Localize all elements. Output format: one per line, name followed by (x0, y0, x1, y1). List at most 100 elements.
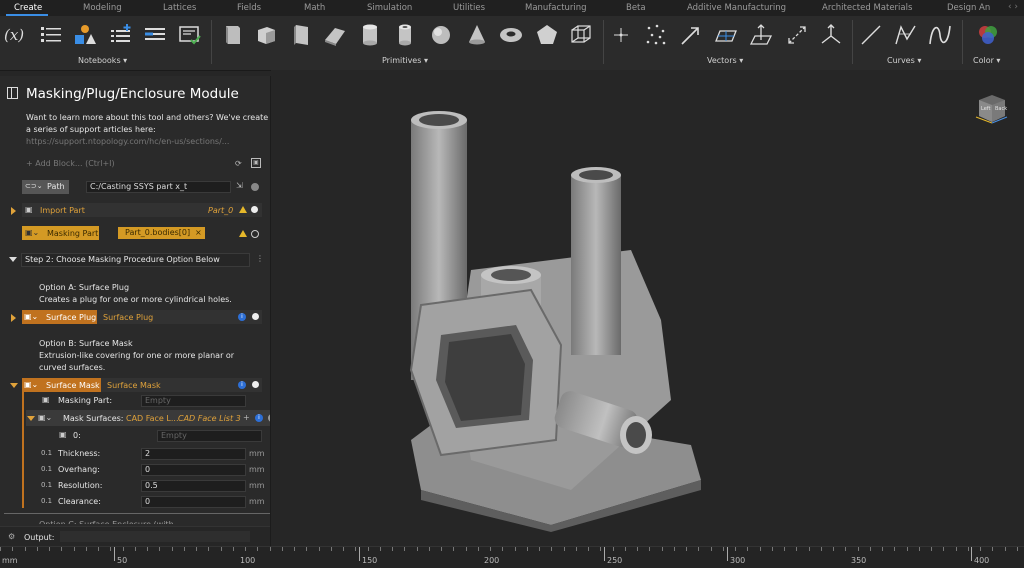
ruler-minor-tick (441, 547, 442, 551)
vector-icon[interactable] (678, 22, 704, 48)
tab-design-analysis[interactable]: Design An (947, 3, 990, 13)
view-cube-gizmo[interactable]: Left Back (975, 92, 1009, 126)
ribbon-tabs: Create Modeling Lattices Fields Math Sim… (0, 0, 1024, 16)
collapse-arrow-icon[interactable] (10, 383, 18, 388)
wire-cube-icon[interactable] (568, 22, 594, 48)
line-segment-icon[interactable] (784, 22, 810, 48)
import-part-block[interactable]: ▣ Import Part Part_0 (22, 203, 262, 217)
info-icon[interactable]: i (238, 381, 246, 389)
tab-beta[interactable]: Beta (626, 3, 646, 13)
tab-create[interactable]: Create (14, 3, 42, 13)
overhang-label: Overhang: (58, 465, 100, 474)
masking-part-chip[interactable]: Part_0.bodies[0] × (118, 227, 205, 239)
path-input[interactable]: C:/Casting SSYS part x_t (86, 181, 231, 193)
curves-group-label[interactable]: Curves ▾ (887, 56, 921, 65)
folder-icon[interactable]: ⇲ (236, 181, 243, 190)
add-item-icon[interactable]: + (243, 413, 250, 422)
box-icon[interactable] (288, 22, 314, 48)
point-icon[interactable] (608, 22, 634, 48)
torus-icon[interactable] (498, 22, 524, 48)
clearance-input[interactable]: 0 (141, 496, 246, 508)
overhang-input[interactable]: 0 (141, 464, 246, 476)
surface-plug-row[interactable]: Surface Plug i (97, 310, 262, 324)
tab-scroll-arrows[interactable]: ‹ › (1008, 2, 1018, 12)
path-variable-block[interactable]: ⊂⊃⌄ Path (22, 180, 69, 194)
expand-arrow-icon[interactable] (11, 207, 16, 215)
masking-part-value: Part_0.bodies[0] (125, 228, 191, 237)
viewport-3d[interactable] (271, 70, 1024, 546)
surface-mask-row[interactable]: Surface Mask i (101, 378, 262, 392)
cone-icon[interactable] (464, 22, 490, 48)
list-icon[interactable] (38, 22, 64, 48)
tube-icon[interactable] (392, 22, 418, 48)
collapse-arrow-icon[interactable] (9, 257, 17, 262)
shapes-icon[interactable] (72, 22, 98, 48)
collapse-icon[interactable]: ▣ (251, 158, 261, 168)
color-icon[interactable] (975, 22, 1001, 48)
frame-icon[interactable] (818, 22, 844, 48)
sphere-icon[interactable] (428, 22, 454, 48)
panel-toggle-icon[interactable] (7, 87, 18, 99)
edit-list-icon[interactable] (143, 22, 169, 48)
cylinder-icon[interactable] (357, 22, 383, 48)
wedge-icon[interactable] (322, 22, 348, 48)
primitives-group-label[interactable]: Primitives ▾ (382, 56, 428, 65)
plane-icon[interactable] (713, 22, 739, 48)
color-group-label[interactable]: Color ▾ (973, 56, 1000, 65)
ribbon-divider (603, 20, 604, 64)
tab-manufacturing[interactable]: Manufacturing (525, 3, 587, 13)
pentagon-icon[interactable] (534, 22, 560, 48)
tab-architected-materials[interactable]: Architected Materials (822, 3, 912, 13)
thickness-label: Thickness: (58, 449, 101, 458)
thickness-input[interactable]: 2 (141, 448, 246, 460)
masking-part-block[interactable]: ▣⌄ Masking Part (22, 226, 99, 240)
add-list-icon[interactable] (109, 22, 135, 48)
cube-icon[interactable] (253, 22, 279, 48)
tab-lattices[interactable]: Lattices (163, 3, 196, 13)
notebooks-group-label[interactable]: Notebooks ▾ (78, 56, 127, 65)
gear-icon[interactable]: ⚙ (8, 532, 15, 541)
info-icon[interactable]: i (238, 313, 246, 321)
masking-part-input[interactable]: Empty (141, 395, 246, 407)
step2-title-field[interactable]: Step 2: Choose Masking Procedure Option … (21, 253, 250, 267)
variable-icon[interactable]: (x) (4, 22, 30, 48)
ruler-label: 150 (362, 556, 378, 565)
ribbon-toolbar: (x) Notebooks ▾ Primitives ▾ Vectors ▾ C… (0, 16, 1024, 71)
remove-icon[interactable]: × (195, 228, 202, 237)
surface-plug-block[interactable]: ▣⌄ Surface Plug (22, 310, 97, 324)
output-field[interactable] (60, 531, 250, 542)
ruler-minor-tick (649, 547, 650, 551)
surface-mask-block[interactable]: ▣⌄ Surface Mask (22, 378, 101, 392)
cuboid-icon[interactable] (219, 22, 245, 48)
polyline-icon[interactable] (893, 22, 919, 48)
ruler-minor-tick (551, 547, 552, 551)
view-cube-left-face[interactable]: Left (981, 106, 990, 112)
view-cube-back-face[interactable]: Back (995, 106, 1007, 112)
plane-normal-icon[interactable] (748, 22, 774, 48)
support-link[interactable]: https://support.ntopology.com/hc/en-us/s… (26, 137, 229, 146)
vectors-group-label[interactable]: Vectors ▾ (707, 56, 743, 65)
tab-additive-manufacturing[interactable]: Additive Manufacturing (687, 3, 786, 13)
mask-surfaces-row[interactable]: ▣⌄ Mask Surfaces: CAD Face L... CAD Face… (26, 410, 270, 426)
masking-part-input-label: Masking Part: (58, 396, 113, 405)
expand-arrow-icon[interactable] (11, 314, 16, 322)
face-item-input[interactable]: Empty (157, 430, 262, 442)
spline-icon[interactable] (927, 22, 953, 48)
line-icon[interactable] (858, 22, 884, 48)
ribbon-divider (852, 20, 853, 64)
tab-utilities[interactable]: Utilities (453, 3, 485, 13)
block-scope-line (22, 392, 24, 508)
tab-simulation[interactable]: Simulation (367, 3, 412, 13)
resolution-input[interactable]: 0.5 (141, 480, 246, 492)
help-icon[interactable] (251, 183, 259, 191)
checked-note-icon[interactable] (177, 22, 203, 48)
point-cloud-icon[interactable] (643, 22, 669, 48)
tab-modeling[interactable]: Modeling (83, 3, 122, 13)
refresh-icon[interactable]: ⟳ (235, 159, 242, 168)
add-block-button[interactable]: + Add Block... (Ctrl+I) (26, 159, 115, 168)
tab-fields[interactable]: Fields (237, 3, 261, 13)
info-icon[interactable]: i (255, 414, 263, 422)
collapse-arrow-icon[interactable] (27, 416, 35, 421)
more-options-icon[interactable]: ⋮ (256, 254, 264, 263)
tab-math[interactable]: Math (304, 3, 325, 13)
